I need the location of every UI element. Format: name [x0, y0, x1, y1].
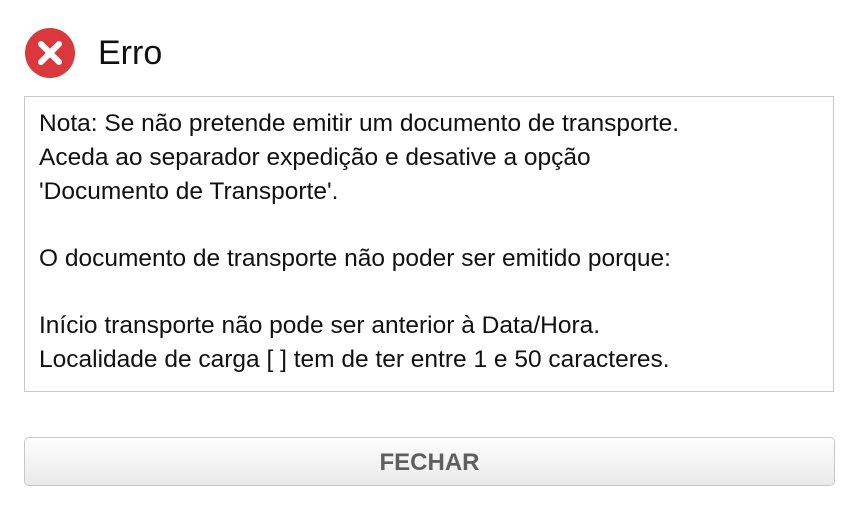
message-line-2: Aceda ao separador expedição e desative …	[39, 144, 591, 171]
message-line-1: Nota: Se não pretende emitir um document…	[39, 110, 680, 137]
close-button[interactable]: FECHAR	[24, 437, 835, 486]
message-line-5: Início transporte não pode ser anterior …	[39, 312, 601, 339]
message-line-4: O documento de transporte não poder ser …	[39, 245, 671, 272]
message-line-3: 'Documento de Transporte'.	[39, 178, 339, 205]
message-line-6: Localidade de carga [ ] tem de ter entre…	[39, 346, 670, 373]
error-message-box: Nota: Se não pretende emitir um document…	[24, 96, 834, 392]
message-spacer-2	[39, 276, 819, 309]
message-spacer-1	[39, 209, 819, 242]
dialog-title: Erro	[98, 34, 163, 72]
dialog-header: Erro	[24, 27, 162, 79]
error-dialog: Erro Nota: Se não pretende emitir um doc…	[0, 0, 850, 508]
error-circle-x-icon	[25, 28, 75, 78]
